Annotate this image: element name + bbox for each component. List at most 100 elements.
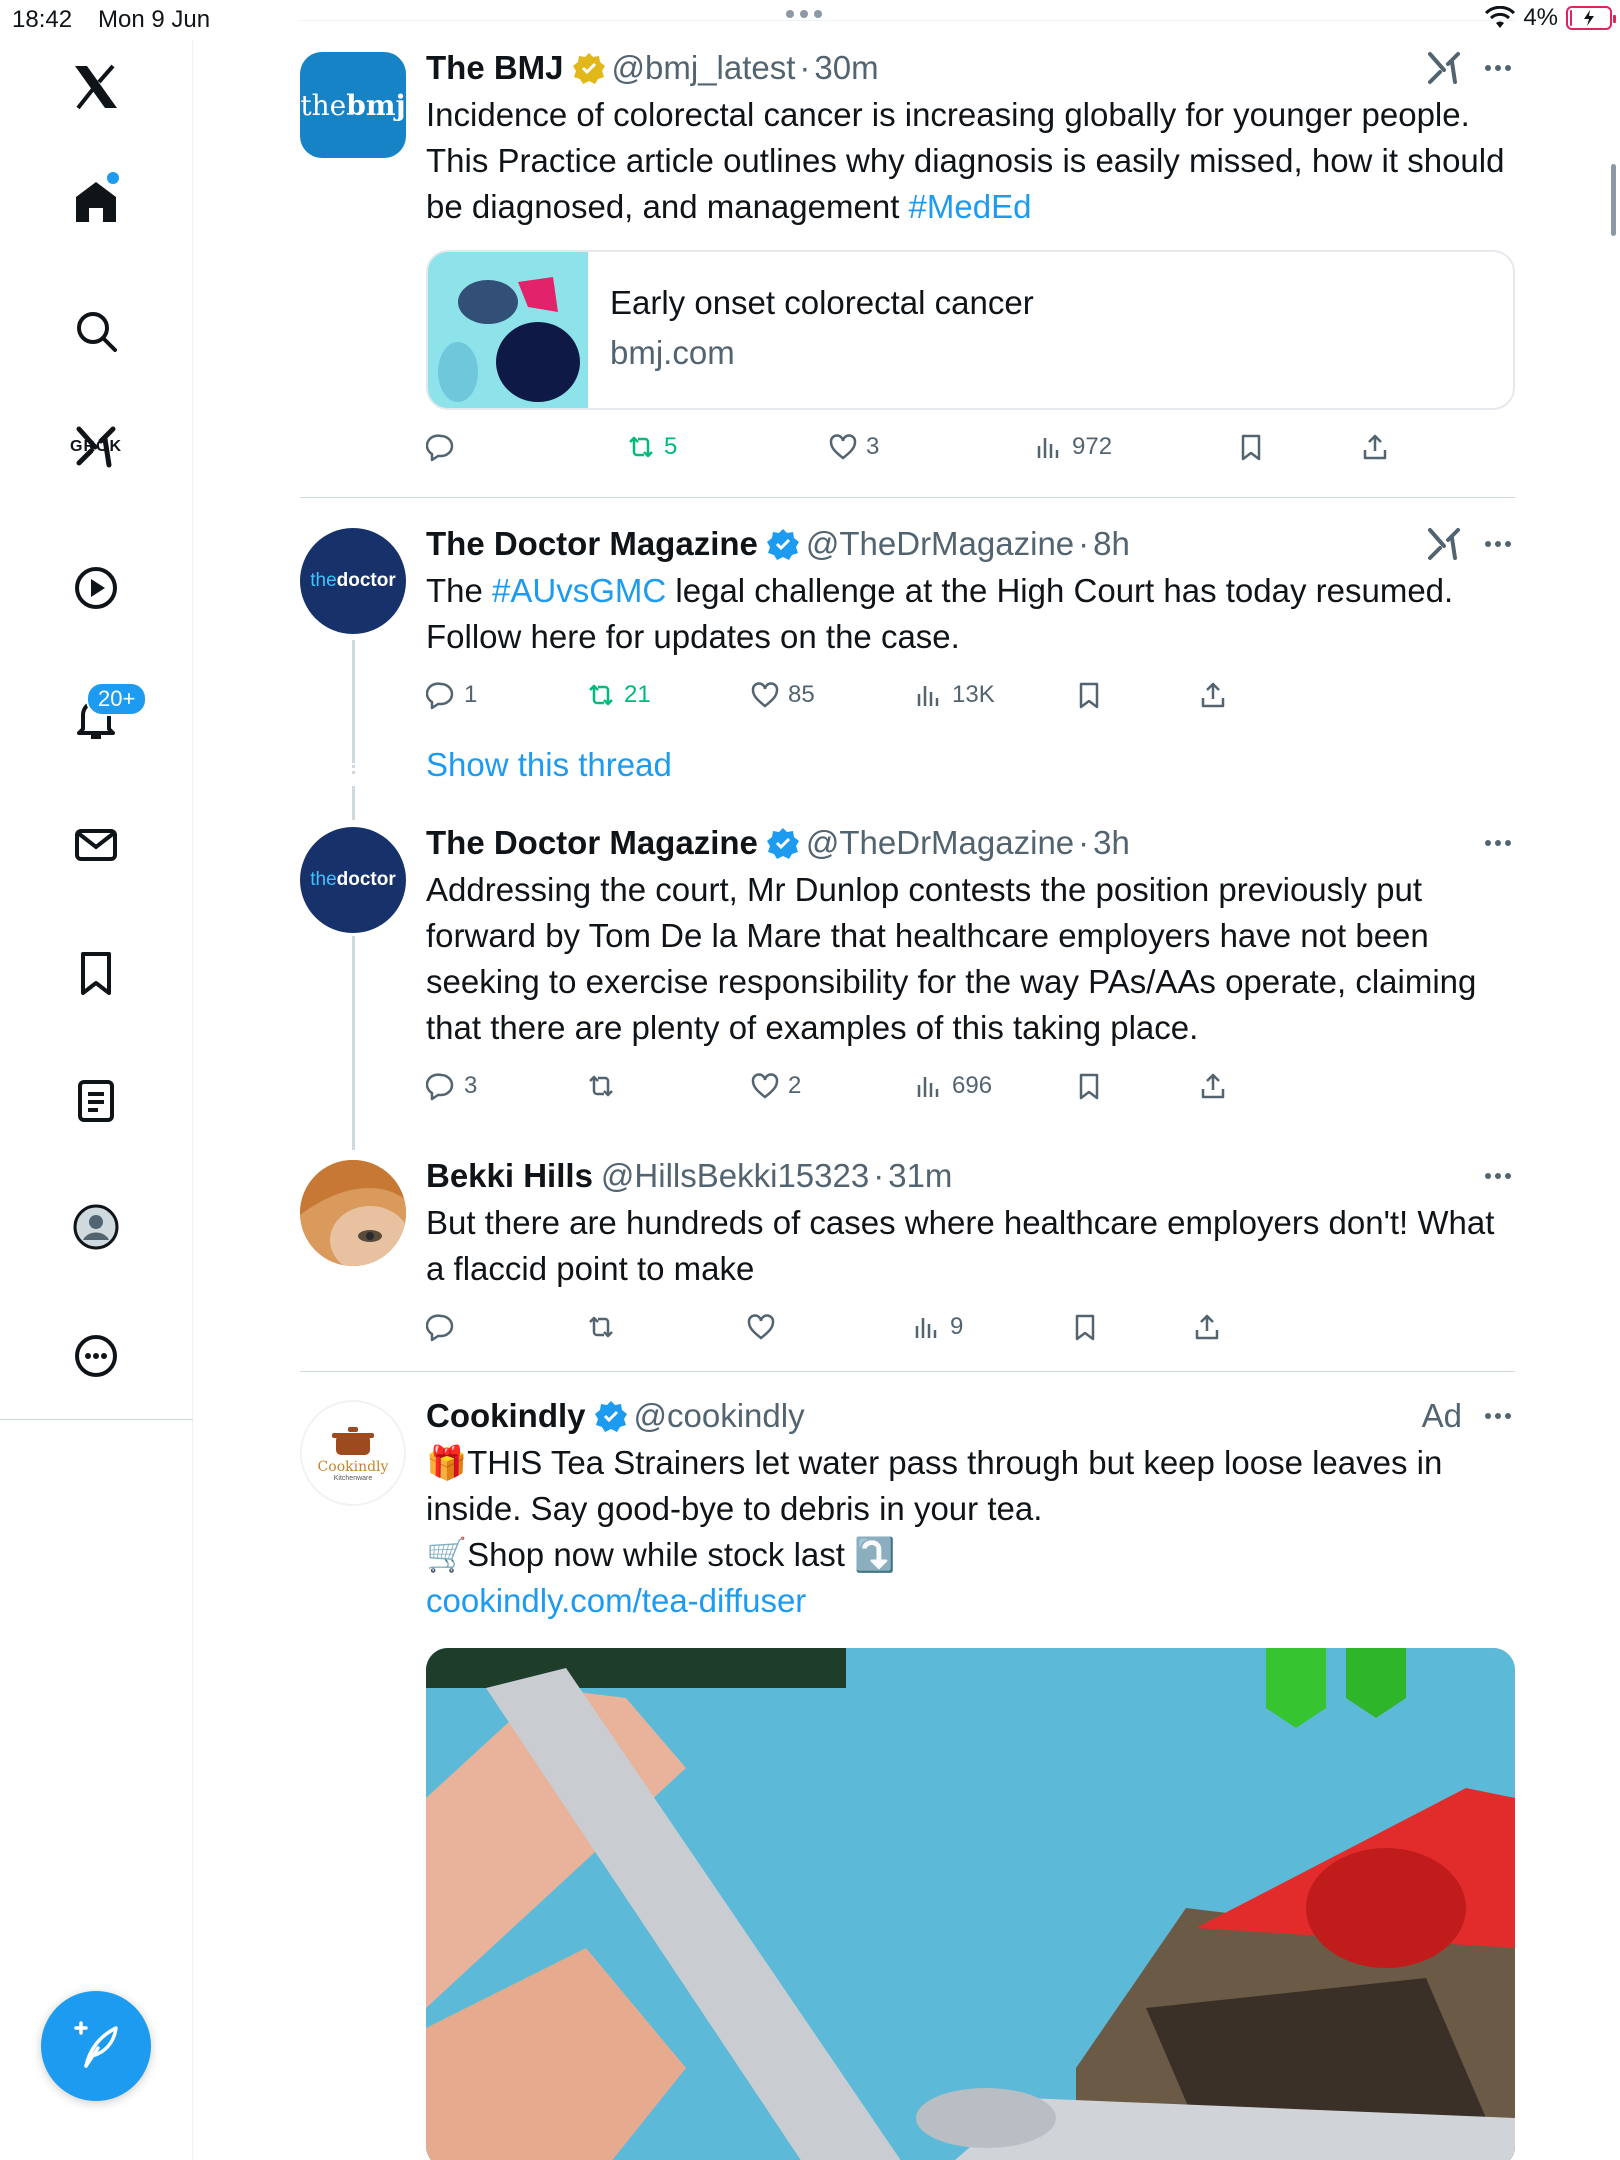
home-icon[interactable] (61, 167, 131, 237)
views-button[interactable]: 9 (912, 1312, 963, 1342)
x-logo-icon[interactable] (61, 52, 131, 122)
like-button[interactable] (746, 1312, 776, 1342)
post-time[interactable]: 3h (1093, 824, 1130, 862)
scroll-indicator[interactable] (1611, 164, 1616, 236)
reply-button[interactable]: 1 (426, 680, 477, 710)
pot-logo-icon (332, 1426, 374, 1455)
post-time[interactable]: 8h (1093, 525, 1130, 563)
ad-link[interactable]: cookindly.com/tea-diffuser (426, 1578, 1516, 1624)
more-options-icon[interactable] (1480, 65, 1516, 71)
retweet-icon (589, 684, 613, 706)
grok-icon[interactable] (1426, 526, 1462, 562)
avatar[interactable]: thebmj (300, 52, 406, 158)
retweet-icon (589, 1075, 613, 1097)
more-options-icon[interactable] (1480, 840, 1516, 846)
like-button[interactable]: 85 (750, 680, 815, 710)
post-header: Bekki Hills @HillsBekki15323 · 31m (426, 1157, 953, 1195)
grok-label: GROK (70, 438, 122, 455)
like-button[interactable]: 2 (750, 1071, 801, 1101)
like-count: 85 (788, 681, 815, 708)
more-options-icon[interactable] (1480, 541, 1516, 547)
compose-button[interactable] (41, 1991, 151, 2101)
share-button[interactable] (1198, 1071, 1228, 1101)
post-header: Cookindly @cookindly (426, 1394, 1516, 1438)
author-name[interactable]: The Doctor Magazine (426, 525, 758, 563)
heart-icon (829, 434, 857, 460)
post-divider (300, 497, 1515, 498)
card-thumbnail (428, 252, 588, 408)
views-icon (915, 1318, 937, 1338)
post-divider (300, 1371, 1515, 1372)
avatar[interactable]: Cookindly Kitchenware (300, 1400, 406, 1506)
retweet-count: 5 (664, 433, 678, 460)
share-button[interactable] (1360, 432, 1390, 462)
reply-button[interactable] (426, 1312, 456, 1342)
post-text: 🎁THIS Tea Strainers let water pass throu… (426, 1440, 1516, 1624)
share-button[interactable] (1198, 680, 1228, 710)
multitasking-dots[interactable] (786, 10, 822, 18)
author-handle[interactable]: @bmj_latest (612, 49, 796, 87)
post-actions: 3 2 696 (426, 1071, 1516, 1107)
link-card[interactable]: Early onset colorectal cancer bmj.com (426, 250, 1515, 410)
reply-button[interactable] (426, 432, 456, 462)
hashtag-link[interactable]: #AUvsGMC (492, 572, 666, 609)
reply-icon (426, 682, 454, 710)
battery-percent: 4% (1523, 4, 1558, 31)
avatar[interactable] (300, 1160, 406, 1266)
share-icon (1201, 1073, 1225, 1099)
verified-blue-icon (766, 529, 799, 560)
author-handle[interactable]: @TheDrMagazine (806, 824, 1074, 862)
ad-media-image[interactable] (426, 1648, 1515, 2160)
reply-icon (426, 1314, 454, 1342)
lists-icon[interactable] (61, 1066, 131, 1136)
author-name[interactable]: Cookindly (426, 1397, 586, 1435)
more-options-icon[interactable] (1480, 1413, 1516, 1419)
hashtag-link[interactable]: #MedEd (909, 188, 1032, 225)
retweet-button[interactable] (586, 1312, 616, 1342)
search-icon[interactable] (61, 296, 131, 366)
author-handle[interactable]: @TheDrMagazine (806, 525, 1074, 563)
video-icon[interactable] (61, 553, 131, 623)
retweet-button[interactable] (586, 1071, 616, 1101)
like-button[interactable]: 3 (828, 432, 879, 462)
post-time[interactable]: 30m (814, 49, 878, 87)
verified-blue-icon (594, 1401, 627, 1432)
retweet-count: 21 (624, 681, 651, 708)
views-button[interactable]: 13K (914, 680, 995, 710)
post-header: The BMJ @bmj_latest · 30m (426, 49, 879, 87)
post-header: The Doctor Magazine @TheDrMagazine · 3h (426, 824, 1130, 862)
more-icon[interactable] (61, 1321, 131, 1391)
author-name[interactable]: Bekki Hills (426, 1157, 593, 1195)
post-time[interactable]: 31m (888, 1157, 952, 1195)
views-button[interactable]: 972 (1034, 432, 1112, 462)
show-thread-link[interactable]: Show this thread (426, 746, 672, 784)
profile-icon[interactable] (61, 1192, 131, 1262)
heart-icon (751, 682, 779, 708)
reply-count: 1 (464, 681, 478, 708)
retweet-button[interactable]: 5 (626, 432, 677, 462)
compose-icon (74, 2021, 118, 2068)
reply-button[interactable]: 3 (426, 1071, 477, 1101)
post-text: Addressing the court, Mr Dunlop contests… (426, 871, 1477, 1046)
messages-icon[interactable] (61, 810, 131, 880)
retweet-button[interactable]: 21 (586, 680, 651, 710)
bookmarks-icon[interactable] (61, 938, 131, 1008)
bookmark-button[interactable] (1236, 432, 1266, 462)
more-options-icon[interactable] (1480, 1173, 1516, 1179)
bookmark-icon (1079, 1073, 1099, 1100)
bookmark-button[interactable] (1074, 680, 1104, 710)
avatar[interactable]: thedoctor (300, 528, 406, 634)
author-handle[interactable]: @cookindly (634, 1397, 805, 1435)
share-button[interactable] (1192, 1312, 1222, 1342)
post-actions: 9 (426, 1312, 1516, 1348)
author-handle[interactable]: @HillsBekki15323 (601, 1157, 869, 1195)
bookmark-button[interactable] (1074, 1071, 1104, 1101)
views-button[interactable]: 696 (914, 1071, 992, 1101)
author-name[interactable]: The BMJ (426, 49, 564, 87)
author-name[interactable]: The Doctor Magazine (426, 824, 758, 862)
reply-count: 3 (464, 1072, 478, 1099)
bookmark-button[interactable] (1070, 1312, 1100, 1342)
post-text: But there are hundreds of cases where he… (426, 1204, 1495, 1287)
grok-icon[interactable] (1426, 50, 1462, 86)
avatar[interactable]: thedoctor (300, 827, 406, 933)
